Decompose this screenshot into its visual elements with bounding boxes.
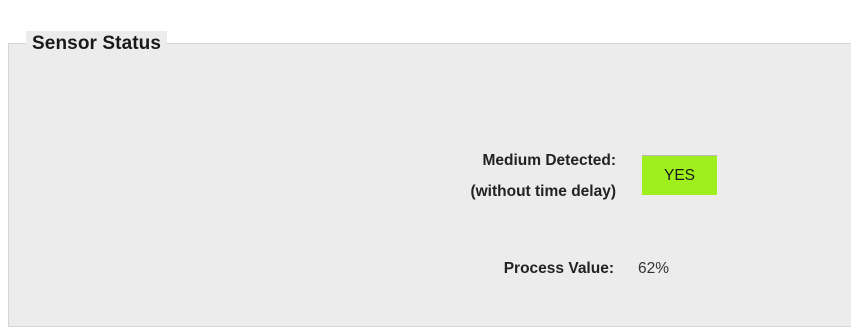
sensor-status-panel: Sensor Status Medium Detected: (without … bbox=[0, 0, 851, 333]
medium-detected-label: Medium Detected: bbox=[482, 152, 617, 169]
groupbox-title: Sensor Status bbox=[26, 31, 168, 57]
medium-detected-indicator: YES bbox=[642, 155, 717, 195]
medium-detected-sublabel: (without time delay) bbox=[470, 183, 616, 200]
process-value-label: Process Value: bbox=[503, 260, 614, 277]
process-value: 62% bbox=[638, 260, 670, 277]
sensor-status-groupbox bbox=[8, 43, 851, 327]
